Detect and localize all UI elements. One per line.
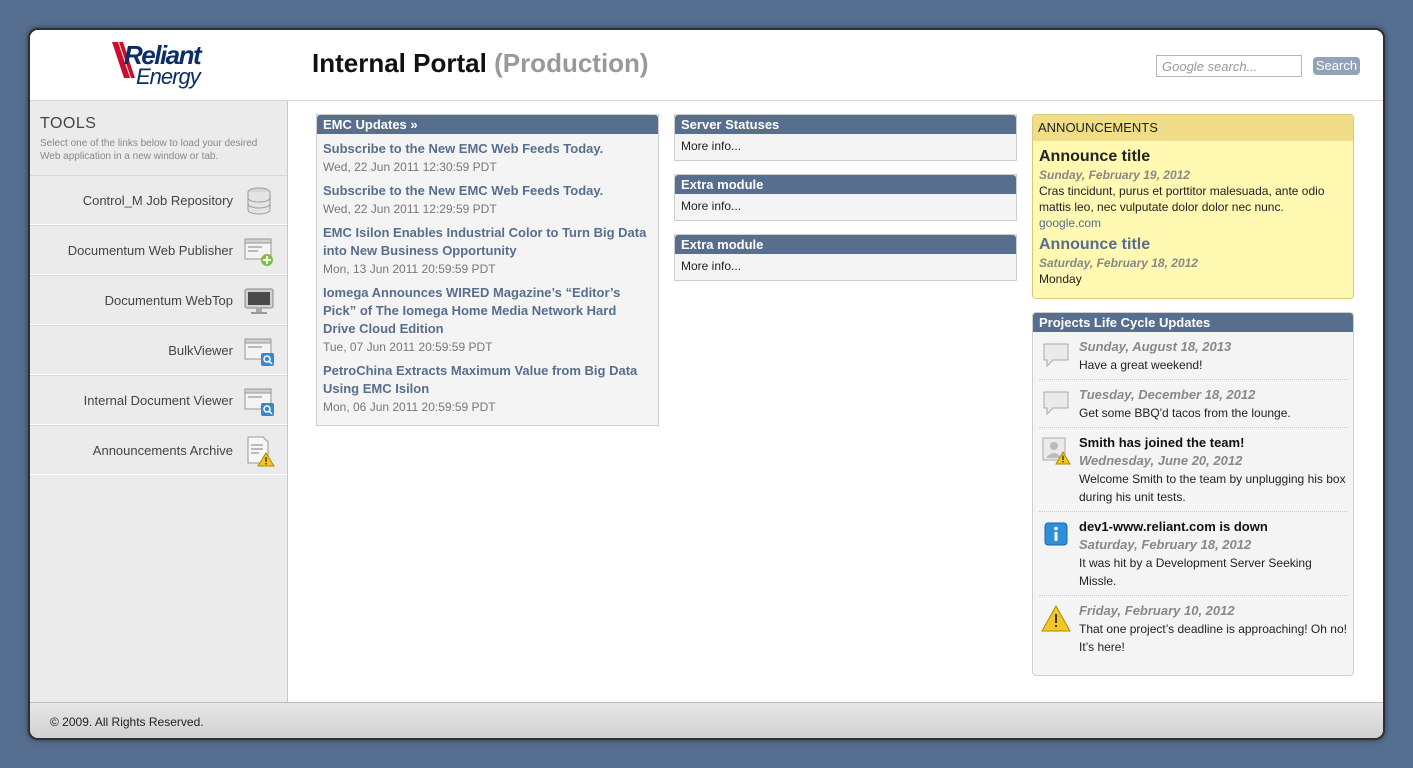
announcement-body: Monday — [1039, 272, 1082, 286]
document-warning-icon — [247, 436, 275, 467]
feed-item-date: Mon, 13 Jun 2011 20:59:59 PDT — [323, 262, 496, 276]
update-date: Saturday, February 18, 2012 — [1079, 537, 1252, 552]
logo-text-energy: Energy — [136, 64, 201, 89]
tool-announcements-archive[interactable]: Announcements Archive — [30, 425, 287, 475]
feed-item-date: Wed, 22 Jun 2011 12:29:59 PDT — [323, 202, 497, 216]
extra-module-header: Extra module — [675, 175, 1016, 194]
update-item: Sunday, August 18, 2013 Have a great wee… — [1039, 332, 1347, 380]
feed-item-title[interactable]: Subscribe to the New EMC Web Feeds Today… — [323, 182, 652, 200]
more-info-link[interactable]: More info... — [675, 254, 1016, 278]
tool-label: Announcements Archive — [92, 443, 233, 458]
tool-documentum-webtop[interactable]: Documentum WebTop — [30, 275, 287, 325]
portal-frame: Reliant Energy Internal Portal (Producti… — [28, 28, 1385, 740]
update-title: dev1-www.reliant.com is down — [1079, 519, 1268, 534]
emc-updates-header[interactable]: EMC Updates » — [317, 115, 658, 134]
tool-label: Internal Document Viewer — [83, 393, 233, 408]
more-info-link[interactable]: More info... — [675, 134, 1016, 158]
feed-item-title[interactable]: Iomega Announces WIRED Magazine’s “Edito… — [323, 284, 652, 338]
announcement-date: Saturday, February 18, 2012 — [1039, 256, 1198, 270]
update-title: Smith has joined the team! — [1079, 435, 1245, 450]
tool-control-m-job-repository[interactable]: Control_M Job Repository — [30, 175, 287, 225]
announcements-header: ANNOUNCEMENTS — [1033, 115, 1353, 141]
project-life-cycle-panel: Projects Life Cycle Updates Sunday, Augu… — [1032, 312, 1354, 676]
window-search-icon — [244, 388, 274, 416]
more-info-link[interactable]: More info... — [675, 194, 1016, 218]
tool-label: BulkViewer — [168, 343, 233, 358]
update-body: It was hit by a Development Server Seeki… — [1079, 556, 1312, 588]
announcement-item: Announce title Saturday, February 18, 20… — [1033, 235, 1353, 287]
project-life-cycle-header: Projects Life Cycle Updates — [1033, 313, 1353, 332]
update-body: That one project’s deadline is approachi… — [1079, 622, 1347, 654]
page-title-text: Internal Portal — [312, 48, 487, 78]
monitor-icon — [244, 288, 274, 314]
feed-item: Subscribe to the New EMC Web Feeds Today… — [317, 140, 658, 176]
feed-item-date: Wed, 22 Jun 2011 12:30:59 PDT — [323, 160, 497, 174]
announcement-item: Announce title Sunday, February 19, 2012… — [1033, 147, 1353, 231]
update-date: Sunday, August 18, 2013 — [1079, 339, 1232, 354]
warning-icon — [1041, 604, 1071, 632]
tool-label: Documentum Web Publisher — [67, 243, 233, 258]
tools-sidebar: TOOLS Select one of the links below to l… — [30, 101, 288, 702]
announcement-title[interactable]: Announce title — [1039, 235, 1347, 255]
web-add-icon — [244, 238, 273, 266]
announcements-panel: ANNOUNCEMENTS Announce title Sunday, Feb… — [1032, 114, 1354, 299]
user-warning-icon — [1042, 437, 1071, 465]
emc-updates-module: EMC Updates » Subscribe to the New EMC W… — [316, 114, 659, 426]
info-icon — [1044, 522, 1068, 546]
server-statuses-header: Server Statuses — [675, 115, 1016, 134]
page-header: Reliant Energy Internal Portal (Producti… — [30, 30, 1383, 101]
extra-module-header: Extra module — [675, 235, 1016, 254]
tool-internal-document-viewer[interactable]: Internal Document Viewer — [30, 375, 287, 425]
update-body: Get some BBQ'd tacos from the lounge. — [1079, 406, 1291, 420]
announcement-body: Cras tincidunt, purus et porttitor males… — [1039, 184, 1325, 214]
update-date: Wednesday, June 20, 2012 — [1079, 453, 1243, 468]
server-statuses-module: Server Statuses More info... — [674, 114, 1017, 161]
speech-bubble-icon — [1043, 343, 1069, 368]
extra-module: Extra module More info... — [674, 174, 1017, 221]
feed-item: Iomega Announces WIRED Magazine’s “Edito… — [317, 284, 658, 356]
feed-item-title[interactable]: PetroChina Extracts Maximum Value from B… — [323, 362, 652, 398]
update-date: Tuesday, December 18, 2012 — [1079, 387, 1256, 402]
update-item: Smith has joined the team! Wednesday, Ju… — [1039, 428, 1347, 512]
page-title: Internal Portal (Production) — [312, 48, 649, 79]
announcement-link[interactable]: google.com — [1039, 215, 1347, 231]
announcement-title: Announce title — [1039, 148, 1151, 165]
tool-bulkviewer[interactable]: BulkViewer — [30, 325, 287, 375]
feed-item-date: Tue, 07 Jun 2011 20:59:59 PDT — [323, 340, 493, 354]
tool-label: Control_M Job Repository — [82, 193, 233, 208]
update-item: dev1-www.reliant.com is down Saturday, F… — [1039, 512, 1347, 596]
copyright-text: © 2009. All Rights Reserved. — [50, 715, 204, 729]
update-body: Welcome Smith to the team by unplugging … — [1079, 472, 1346, 504]
google-search-input[interactable] — [1156, 55, 1302, 77]
update-item: Friday, February 10, 2012 That one proje… — [1039, 596, 1347, 661]
tool-list: Control_M Job Repository Documentum Web … — [30, 175, 287, 475]
update-item: Tuesday, December 18, 2012 Get some BBQ'… — [1039, 380, 1347, 428]
tool-label: Documentum WebTop — [104, 293, 233, 308]
feed-item: Subscribe to the New EMC Web Feeds Today… — [317, 182, 658, 218]
extra-module: Extra module More info... — [674, 234, 1017, 281]
tool-documentum-web-publisher[interactable]: Documentum Web Publisher — [30, 225, 287, 275]
window-search-icon — [244, 338, 274, 366]
feed-item-date: Mon, 06 Jun 2011 20:59:59 PDT — [323, 400, 496, 414]
update-date: Friday, February 10, 2012 — [1079, 603, 1235, 618]
speech-bubble-icon — [1043, 391, 1069, 416]
reliant-energy-logo[interactable]: Reliant Energy — [108, 40, 218, 92]
search-button[interactable]: Search — [1313, 57, 1360, 75]
page-footer: © 2009. All Rights Reserved. — [30, 702, 1383, 738]
update-body: Have a great weekend! — [1079, 358, 1203, 372]
database-icon — [247, 187, 271, 215]
environment-label: (Production) — [494, 48, 649, 78]
feed-item-title[interactable]: Subscribe to the New EMC Web Feeds Today… — [323, 140, 652, 158]
feed-item-title[interactable]: EMC Isilon Enables Industrial Color to T… — [323, 224, 652, 260]
tools-description: Select one of the links below to load yo… — [40, 138, 258, 162]
feed-item: PetroChina Extracts Maximum Value from B… — [317, 362, 658, 416]
feed-item: EMC Isilon Enables Industrial Color to T… — [317, 224, 658, 278]
announcement-date: Sunday, February 19, 2012 — [1039, 168, 1190, 182]
tools-title: TOOLS — [40, 115, 97, 132]
